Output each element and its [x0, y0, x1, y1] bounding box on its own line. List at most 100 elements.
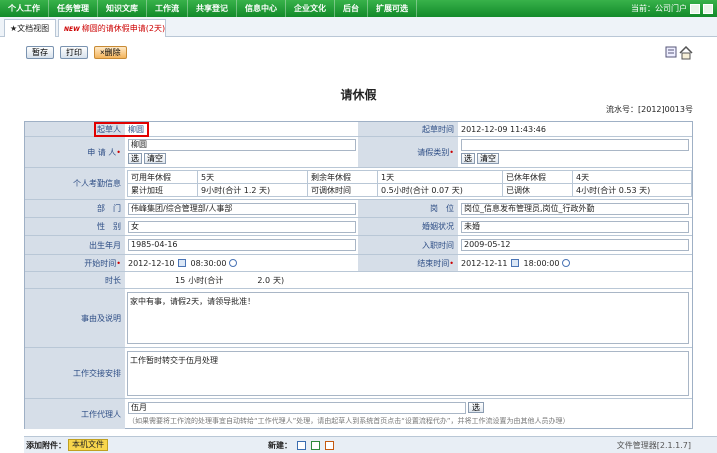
row-applicant: 申 请 人 • 柳圆 选清空 请假类别 • 选清空 — [25, 137, 692, 168]
agent-input[interactable]: 伍月 — [128, 402, 466, 414]
post-label: 岗 位 — [358, 200, 458, 217]
start-label: 开始时间 • — [25, 255, 125, 271]
agent-cell: 伍月 选 （如果需要将工作流的处理事宜自动转给“工作代理人”处理，请由起草人到系… — [125, 399, 692, 429]
table-row: 可用年休假 5天 剩余年休假 1天 已休年休假 4天 — [127, 170, 692, 184]
tab-document-view[interactable]: ★文档视图 — [4, 19, 56, 37]
powerpoint-icon[interactable] — [325, 440, 334, 450]
agent-label: 工作代理人 — [25, 399, 125, 429]
gender-input[interactable]: 女 — [128, 220, 356, 233]
leave-type-select-button[interactable]: 选 — [461, 153, 475, 164]
nav-corporate-culture[interactable]: 企业文化 — [286, 0, 335, 17]
duration-days: 2.0 — [257, 275, 271, 285]
end-cell: 2012-12-11 18:00:00 — [458, 255, 692, 271]
required-mark: • — [116, 147, 121, 157]
applicant-label-text: 申 请 人 — [87, 147, 117, 157]
birth-input[interactable]: 1985-04-16 — [128, 239, 356, 251]
end-date[interactable]: 2012-12-11 — [461, 259, 508, 268]
nav-workflow[interactable]: 工作流 — [147, 0, 188, 17]
birth-cell: 1985-04-16 — [125, 236, 358, 254]
stat-cell: 9小时(合计 1.2 天) — [197, 183, 308, 197]
join-input[interactable]: 2009-05-12 — [461, 239, 689, 251]
stat-cell: 已调休 — [502, 183, 573, 197]
row-gender: 性 别 女 婚姻状况 未婚 — [25, 218, 692, 236]
tab-leave-request-label: 柳圆的请休假申请(2天) — [81, 24, 166, 33]
drafter-highlight — [94, 122, 149, 137]
handover-textarea[interactable]: 工作暂时转交于伍月处理 — [127, 351, 689, 396]
new-badge-icon: NEW — [64, 26, 80, 33]
leave-type-label: 请假类别 • — [358, 137, 458, 167]
duration-label: 时长 — [25, 272, 125, 288]
home-icon[interactable] — [679, 46, 693, 60]
document-title: 请休假 — [340, 88, 377, 102]
applicant-input[interactable]: 柳圆 — [128, 139, 356, 151]
maximize-icon[interactable] — [703, 3, 713, 14]
post-cell: 岗位_信息发布管理员,岗位_行政外勤 — [458, 200, 692, 217]
handover-label: 工作交接安排 — [25, 348, 125, 398]
serial-number: 流水号：[2012]0013号 — [606, 105, 693, 114]
calendar-icon[interactable] — [177, 259, 186, 267]
leave-type-input[interactable] — [461, 139, 689, 151]
start-time[interactable]: 08:30:00 — [191, 259, 227, 268]
nav-extensions[interactable]: 扩展可选 — [368, 0, 417, 17]
file-manager-label[interactable]: 文件管理器[2.1.1.7] — [617, 440, 691, 451]
agent-controls: 伍月 选 — [128, 402, 692, 414]
department-label: 部 门 — [25, 200, 125, 217]
leave-type-clear-button[interactable]: 清空 — [477, 153, 499, 164]
required-mark: • — [449, 258, 454, 268]
nav-info-center[interactable]: 信息中心 — [237, 0, 286, 17]
duration-unit: 小时(合计 — [188, 275, 224, 285]
stat-cell: 0.5小时(合计 0.07 天) — [377, 183, 503, 197]
agent-select-button[interactable]: 选 — [468, 402, 484, 413]
stat-cell: 5天 — [197, 170, 308, 184]
applicant-select-button[interactable]: 选 — [128, 153, 142, 164]
duration-days-unit: 天) — [273, 275, 285, 285]
row-duration: 时长 15 小时(合计 2.0 天) — [25, 272, 692, 289]
post-input[interactable]: 岗位_信息发布管理员,岗位_行政外勤 — [461, 202, 689, 215]
marital-input[interactable]: 未婚 — [461, 220, 689, 233]
tab-bar: ★文档视图 NEW 柳圆的请休假申请(2天) — [0, 17, 717, 37]
tab-document-view-label: ★文档视图 — [10, 24, 50, 33]
leave-type-label-text: 请假类别 — [417, 147, 450, 157]
table-row: 累计加班 9小时(合计 1.2 天) 可调休时间 0.5小时(合计 0.07 天… — [127, 183, 692, 197]
stat-cell: 4小时(合计 0.53 天) — [572, 183, 692, 197]
window-icon[interactable] — [690, 3, 700, 14]
nav-share-register[interactable]: 共享登记 — [188, 0, 237, 17]
nav-personal-work[interactable]: 个人工作 — [0, 0, 49, 17]
toolbar-icons — [665, 46, 693, 60]
nav-right: 当前：公司门户 — [631, 0, 713, 17]
delete-button[interactable]: ×删除 — [94, 46, 127, 59]
print-button[interactable]: 打印 — [60, 46, 88, 59]
excel-icon[interactable] — [311, 440, 320, 450]
clock-icon[interactable] — [229, 259, 238, 267]
row-attendance: 个人考勤信息 可用年休假 5天 剩余年休假 1天 已休年休假 4天 累计加班 9… — [25, 168, 692, 200]
row-reason: 事由及说明 家中有事，请假2天，请领导批准！ — [25, 289, 692, 348]
stat-cell: 累计加班 — [127, 183, 198, 197]
start-date[interactable]: 2012-12-10 — [128, 259, 175, 268]
row-birth: 出生年月 1985-04-16 入职时间 2009-05-12 — [25, 236, 692, 255]
leave-type-cell: 选清空 — [458, 137, 692, 167]
applicant-clear-button[interactable]: 清空 — [144, 153, 166, 164]
local-file-button[interactable]: 本机文件 — [68, 439, 108, 451]
current-portal[interactable]: 当前：公司门户 — [631, 3, 687, 14]
end-time[interactable]: 18:00:00 — [524, 259, 560, 268]
stat-cell: 1天 — [377, 170, 503, 184]
reason-textarea[interactable]: 家中有事，请假2天，请领导批准！ — [127, 292, 689, 344]
word-icon[interactable] — [297, 440, 306, 450]
draft-time-value: 2012-12-09 11:43:46 — [461, 124, 546, 134]
clock-icon[interactable] — [562, 259, 571, 267]
save-draft-button[interactable]: 暂存 — [26, 46, 54, 59]
marital-label: 婚姻状况 — [358, 218, 458, 235]
nav-task-management[interactable]: 任务管理 — [49, 0, 98, 17]
nav-backend[interactable]: 后台 — [335, 0, 368, 17]
calendar-icon[interactable] — [510, 259, 519, 267]
tab-leave-request[interactable]: NEW 柳圆的请休假申请(2天) — [58, 19, 166, 37]
applicant-label: 申 请 人 • — [25, 137, 125, 167]
agent-note: （如果需要将工作流的处理事宜自动转给“工作代理人”处理，请由起草人到系统首页点击… — [128, 417, 570, 425]
drafter-value: 柳圆 — [128, 124, 144, 134]
required-mark: • — [449, 147, 454, 157]
marital-cell: 未婚 — [458, 218, 692, 235]
department-input[interactable]: 伟峰集团/综合管理部/人事部 — [128, 202, 356, 215]
document-icon[interactable] — [665, 46, 677, 58]
nav-knowledge-library[interactable]: 知识文库 — [98, 0, 147, 17]
department-cell: 伟峰集团/综合管理部/人事部 — [125, 200, 358, 217]
